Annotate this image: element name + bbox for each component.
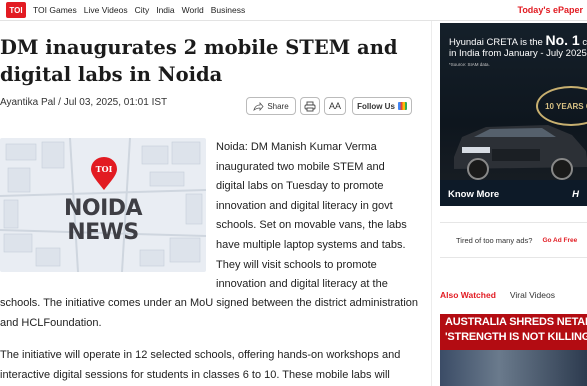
- epaper-link[interactable]: Today's ePaper: [517, 5, 583, 15]
- article-byline: Ayantika Pal / Jul 03, 2025, 01:01 IST: [0, 97, 168, 108]
- go-ad-free-link[interactable]: Go Ad Free: [542, 237, 577, 244]
- nav-link-world[interactable]: World: [182, 5, 204, 15]
- article-image[interactable]: TOI NOIDA NEWS: [0, 138, 206, 272]
- tab-also-watched[interactable]: Also Watched: [440, 290, 496, 300]
- tab-viral-videos[interactable]: Viral Videos: [510, 290, 555, 300]
- nav-link-india[interactable]: India: [156, 5, 174, 15]
- ad-headline: Hyundai CRETA is the No. 1 car: [449, 32, 587, 48]
- font-size-button[interactable]: AA: [324, 97, 346, 115]
- ad-headline-post: car: [582, 37, 587, 48]
- ad-headline-pre: Hyundai CRETA is the: [449, 37, 543, 48]
- video-photo: [440, 350, 587, 386]
- share-button[interactable]: Share: [246, 97, 296, 115]
- video-tabs: Also Watched Viral Videos: [440, 290, 555, 300]
- location-pin-icon: TOI: [91, 157, 117, 190]
- video-thumbnail[interactable]: AUSTRALIA SHREDS NETAN 'STRENGTH IS NOT …: [440, 314, 587, 386]
- know-more-button[interactable]: Know More: [448, 189, 499, 200]
- ad-subline: in India from January - July 2025: [449, 48, 587, 59]
- nav-links: TOI Games Live Videos City India World B…: [33, 5, 245, 15]
- ad-headline-big: No. 1: [545, 32, 580, 48]
- follow-us-button[interactable]: Follow Us: [352, 97, 412, 115]
- share-label: Share: [267, 101, 289, 111]
- print-icon: [304, 101, 316, 111]
- video-title-line2: 'STRENGTH IS NOT KILLING: [445, 331, 587, 343]
- nav-link-toi-games[interactable]: TOI Games: [33, 5, 77, 15]
- sidebar-divider: [431, 21, 432, 386]
- nav-link-business[interactable]: Business: [211, 5, 246, 15]
- hyundai-ad-banner[interactable]: Hyundai CRETA is the No. 1 car in India …: [440, 23, 587, 206]
- top-nav: TOI TOI Games Live Videos City India Wor…: [0, 0, 587, 21]
- ad-free-prompt: Tired of too many ads?: [456, 235, 533, 245]
- google-news-icon: [397, 102, 407, 110]
- video-title-line1: AUSTRALIA SHREDS NETAN: [445, 316, 587, 328]
- nav-link-live-videos[interactable]: Live Videos: [84, 5, 128, 15]
- image-text-noida: NOIDA: [63, 196, 143, 221]
- article-paragraph-1: Noida: DM Manish Kumar Verma inaugurated…: [216, 141, 407, 291]
- article-paragraph-1-continued: schools. The initiative comes under an M…: [0, 297, 419, 329]
- ad-source-note: *Source: SIAM data.: [449, 62, 490, 67]
- article-headline: DM inaugurates 2 mobile STEM and digital…: [0, 36, 398, 86]
- article-tools: Share AA Follow Us: [246, 97, 412, 115]
- car-image: [454, 125, 587, 180]
- toi-logo[interactable]: TOI: [6, 2, 26, 18]
- nav-link-city[interactable]: City: [135, 5, 150, 15]
- image-text-news: NEWS: [67, 220, 139, 245]
- ad-free-banner: Tired of too many ads? Go Ad Free: [440, 222, 587, 258]
- print-button[interactable]: [300, 97, 320, 115]
- hyundai-logo: H: [572, 188, 579, 200]
- share-icon: [253, 101, 264, 111]
- know-more-bar: Know More H: [440, 180, 587, 206]
- pin-label: TOI: [96, 164, 113, 174]
- follow-label: Follow Us: [357, 101, 395, 111]
- article-paragraph-2: The initiative will operate in 12 select…: [0, 349, 401, 381]
